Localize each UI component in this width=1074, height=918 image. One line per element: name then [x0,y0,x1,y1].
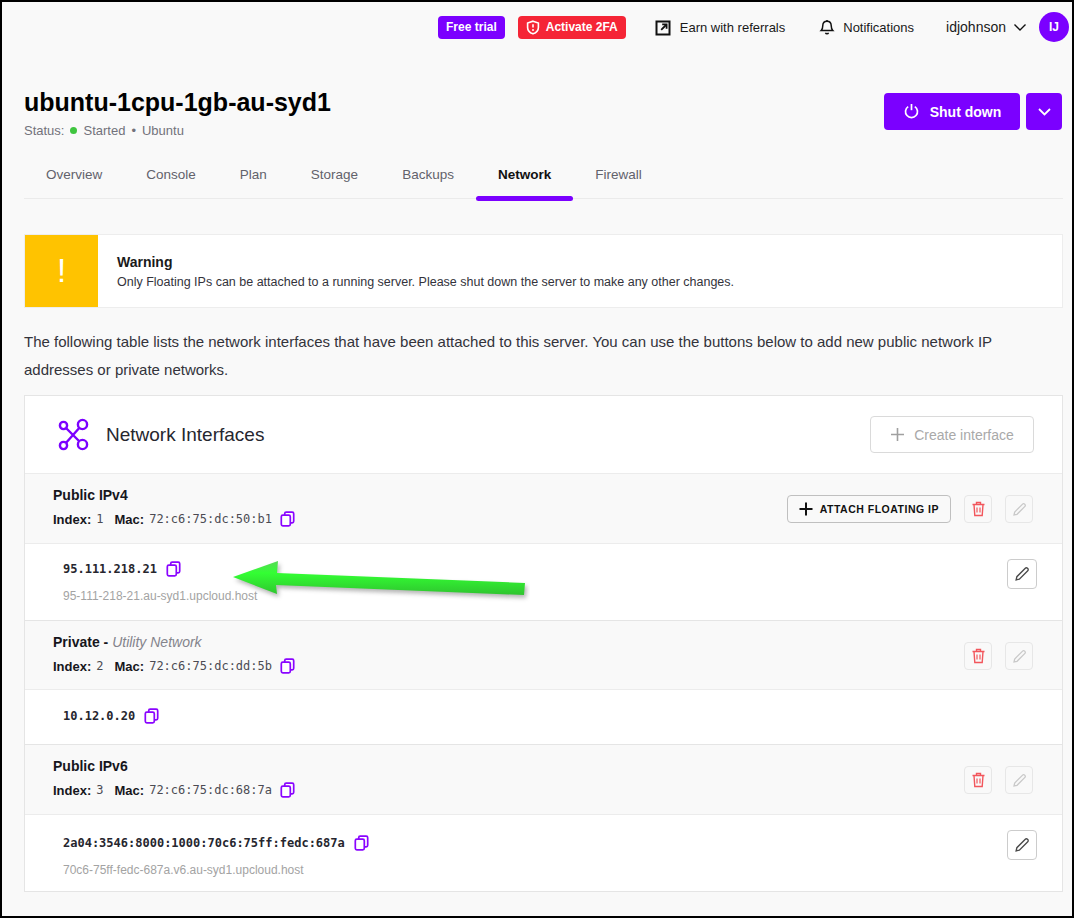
index-value: 3 [96,783,103,797]
intro-text: The following table lists the network in… [24,328,1063,383]
attach-floating-ip-button[interactable]: ATTACH FLOATING IP [787,495,951,523]
ip-row-private: 10.12.0.20 [25,690,1062,745]
copy-icon [280,782,295,798]
pencil-icon [1014,566,1030,582]
warning-message: Only Floating IPs can be attached to a r… [117,275,734,289]
ip-row-ipv6: 2a04:3546:8000:1000:70c6:75ff:fedc:687a … [25,815,1062,891]
ip-address: 95.111.218.21 [63,562,157,576]
section-type: Public IPv6 [53,758,1034,774]
network-name: Utility Network [112,634,201,650]
server-status-line: Status: Started • Ubuntu [24,123,184,138]
tab-overview[interactable]: Overview [24,160,124,198]
chevron-down-icon [1013,23,1027,32]
mac-value: 72:c6:75:dc:dd:5b [149,659,272,673]
tab-backups[interactable]: Backups [380,160,476,198]
delete-interface-button[interactable] [964,495,992,523]
edit-interface-button[interactable] [1005,642,1033,670]
tab-firewall[interactable]: Firewall [573,160,664,198]
ip-hostname: 95-111-218-21.au-syd1.upcloud.host [63,589,1062,603]
page-title: ubuntu-1cpu-1gb-au-syd1 [24,88,331,117]
pencil-icon [1014,837,1030,853]
tab-bar: OverviewConsolePlanStorageBackupsNetwork… [24,160,1063,199]
earn-with-referrals-link[interactable]: Earn with referrals [655,19,785,36]
pencil-icon [1012,502,1027,517]
shutdown-button[interactable]: Shut down [884,93,1020,130]
tab-plan[interactable]: Plan [218,160,289,198]
copy-mac-button[interactable] [280,782,295,798]
network-interfaces-card: Network Interfaces Create interface Publ… [24,395,1063,892]
copy-mac-button[interactable] [280,658,295,674]
section-private: Private - Utility Network Index: 2 Mac: … [25,621,1062,690]
free-trial-badge: Free trial [438,16,505,39]
section-public-ipv4: Public IPv4 Index: 1 Mac: 72:c6:75:dc:50… [25,474,1062,544]
copy-icon [280,511,295,527]
power-icon [903,103,920,120]
pencil-icon [1012,773,1027,788]
plus-icon [890,427,905,442]
mac-value: 72:c6:75:dc:50:b1 [149,512,272,526]
pencil-icon [1012,649,1027,664]
notifications-button[interactable]: Notifications [819,19,914,36]
trash-icon [971,772,986,788]
copy-ip-button[interactable] [354,835,369,851]
tab-storage[interactable]: Storage [289,160,380,198]
ip-address: 10.12.0.20 [63,709,135,723]
edit-interface-button[interactable] [1005,495,1033,523]
trash-icon [971,648,986,664]
section-type: Private - Utility Network [53,634,1034,650]
create-interface-button[interactable]: Create interface [870,416,1034,453]
copy-icon [280,658,295,674]
bell-icon [819,19,835,36]
delete-interface-button[interactable] [964,766,992,794]
shield-icon [526,20,540,35]
shutdown-menu-button[interactable] [1026,93,1062,130]
ip-address: 2a04:3546:8000:1000:70c6:75ff:fedc:687a [63,836,345,850]
edit-interface-button[interactable] [1005,766,1033,794]
copy-ip-button[interactable] [144,708,159,724]
copy-mac-button[interactable] [280,511,295,527]
delete-interface-button[interactable] [964,642,992,670]
ip-row-ipv4: 95.111.218.21 95-111-218-21.au-syd1.upcl… [25,544,1062,621]
tab-network[interactable]: Network [476,160,573,198]
tab-console[interactable]: Console [124,160,218,198]
plus-icon [799,502,813,516]
copy-ip-button[interactable] [166,561,181,577]
ip-hostname: 70c6-75ff-fedc-687a.v6.au-syd1.upcloud.h… [63,863,1062,877]
topbar: Free trial Activate 2FA Earn with referr… [438,12,1069,42]
network-icon [55,417,91,453]
copy-icon [354,835,369,851]
index-value: 1 [96,512,103,526]
index-value: 2 [96,659,103,673]
card-title: Network Interfaces [106,424,264,446]
user-menu[interactable]: idjohnson [946,19,1027,35]
card-header: Network Interfaces Create interface [25,396,1062,474]
external-link-icon [655,19,672,36]
mac-value: 72:c6:75:dc:68:7a [149,783,272,797]
chevron-down-icon [1038,108,1051,116]
edit-ip-button[interactable] [1007,830,1037,860]
avatar[interactable]: IJ [1039,12,1069,42]
warning-icon: ! [25,235,98,307]
status-dot [70,127,77,134]
warning-title: Warning [117,254,734,270]
copy-icon [166,561,181,577]
trash-icon [971,501,986,517]
section-public-ipv6: Public IPv6 Index: 3 Mac: 72:c6:75:dc:68… [25,745,1062,815]
edit-ip-button[interactable] [1007,559,1037,589]
copy-icon [144,708,159,724]
warning-banner: ! Warning Only Floating IPs can be attac… [24,234,1063,308]
activate-2fa-button[interactable]: Activate 2FA [518,16,626,39]
